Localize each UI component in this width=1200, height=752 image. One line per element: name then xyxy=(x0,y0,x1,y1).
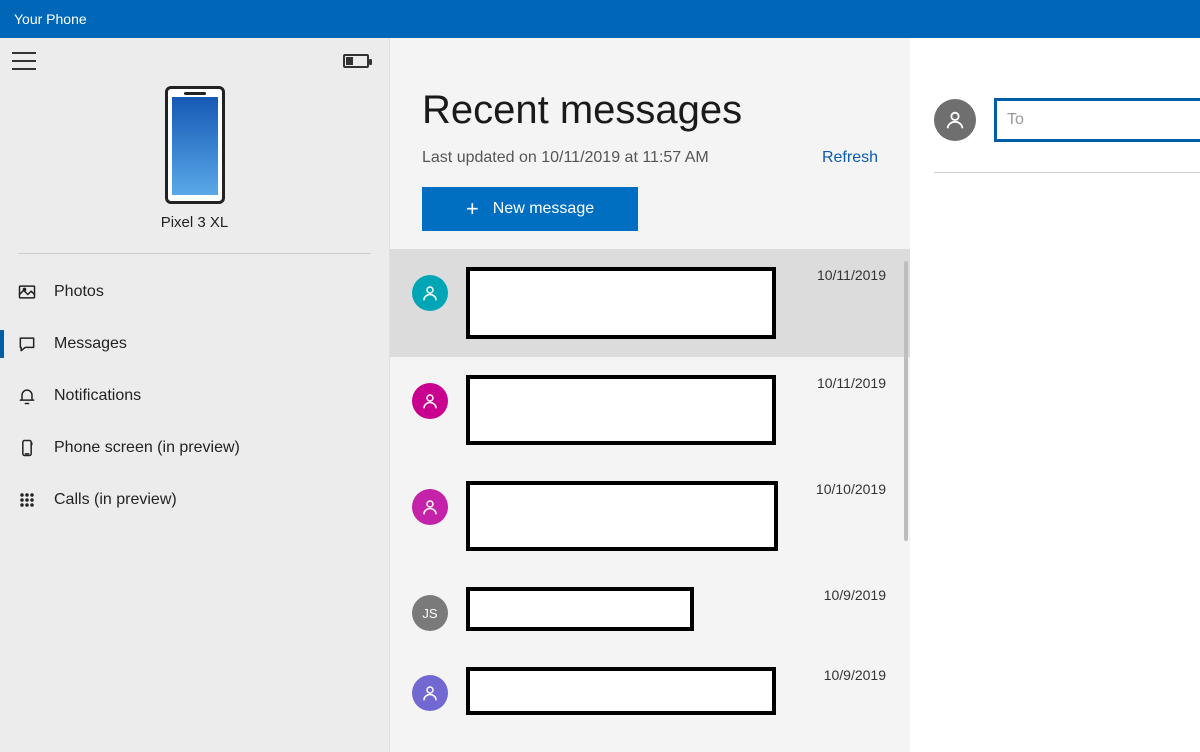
app-title: Your Phone xyxy=(14,11,87,27)
avatar-person-icon xyxy=(412,383,448,419)
divider xyxy=(934,172,1200,173)
hamburger-icon[interactable] xyxy=(12,52,36,70)
phone-name: Pixel 3 XL xyxy=(161,214,229,231)
phone-illustration xyxy=(165,86,225,204)
thread-item[interactable]: 10/11/2019 xyxy=(390,249,910,357)
divider xyxy=(18,253,371,254)
nav-item-notifications[interactable]: Notifications xyxy=(0,370,389,422)
nav-item-phonescreen[interactable]: Phone screen (in preview) xyxy=(0,422,389,474)
nav-item-label: Calls (in preview) xyxy=(54,491,177,509)
nav-item-label: Messages xyxy=(54,335,127,353)
app-body: Pixel 3 XL PhotosMessagesNotificationsPh… xyxy=(0,38,1200,752)
thread-date: 10/11/2019 xyxy=(817,267,886,283)
nav-item-messages[interactable]: Messages xyxy=(0,318,389,370)
nav-item-photos[interactable]: Photos xyxy=(0,266,389,318)
messages-header: Recent messages Last updated on 10/11/20… xyxy=(390,38,910,167)
redacted-content xyxy=(466,375,776,445)
thread-date: 10/10/2019 xyxy=(816,481,886,497)
phonescreen-icon xyxy=(16,437,38,459)
new-message-label: New message xyxy=(493,200,594,218)
redacted-content xyxy=(466,667,776,715)
calls-icon xyxy=(16,489,38,511)
thread-item[interactable]: 10/9/2019 xyxy=(390,649,910,733)
avatar-person-icon xyxy=(412,675,448,711)
thread-date: 10/9/2019 xyxy=(824,667,886,683)
to-input[interactable] xyxy=(1005,110,1192,130)
redacted-content xyxy=(466,267,776,339)
compose-pane xyxy=(910,38,1200,752)
redacted-content xyxy=(466,481,778,551)
scrollbar-thumb[interactable] xyxy=(904,261,908,541)
phone-preview: Pixel 3 XL xyxy=(0,78,389,249)
avatar-person-icon xyxy=(412,275,448,311)
avatar-person-icon xyxy=(412,489,448,525)
battery-icon xyxy=(343,54,369,68)
photos-icon xyxy=(16,281,38,303)
thread-item[interactable]: 10/10/2019 xyxy=(390,463,910,569)
notifications-icon xyxy=(16,385,38,407)
to-input-border xyxy=(994,98,1200,142)
messages-pane: Recent messages Last updated on 10/11/20… xyxy=(390,38,910,752)
nav-item-label: Photos xyxy=(54,283,104,301)
thread-list: 10/11/2019 10/11/2019 10/10/2019 JS 10/9/201… xyxy=(390,249,910,752)
thread-date: 10/11/2019 xyxy=(817,375,886,391)
nav-item-label: Notifications xyxy=(54,387,141,405)
sidebar-top xyxy=(0,38,389,78)
thread-item[interactable]: 10/11/2019 xyxy=(390,357,910,463)
refresh-link[interactable]: Refresh xyxy=(822,149,878,167)
plus-icon: + xyxy=(466,198,479,220)
page-title: Recent messages xyxy=(422,88,878,133)
new-message-button[interactable]: + New message xyxy=(422,187,638,231)
person-icon xyxy=(934,99,976,141)
nav-list: Photos Messages Notifications Phone screen … xyxy=(0,260,389,526)
thread-item[interactable]: JS 10/9/2019 xyxy=(390,569,910,649)
thread-date: 10/9/2019 xyxy=(824,587,886,603)
sidebar: Pixel 3 XL PhotosMessagesNotificationsPh… xyxy=(0,38,390,752)
to-row xyxy=(934,98,1200,142)
redacted-content xyxy=(466,587,694,631)
titlebar: Your Phone xyxy=(0,0,1200,38)
subtitle-row: Last updated on 10/11/2019 at 11:57 AM R… xyxy=(422,149,878,167)
messages-icon xyxy=(16,333,38,355)
last-updated-text: Last updated on 10/11/2019 at 11:57 AM xyxy=(422,149,709,167)
avatar-initials: JS xyxy=(412,595,448,631)
nav-item-calls[interactable]: Calls (in preview) xyxy=(0,474,389,526)
nav-item-label: Phone screen (in preview) xyxy=(54,439,240,457)
